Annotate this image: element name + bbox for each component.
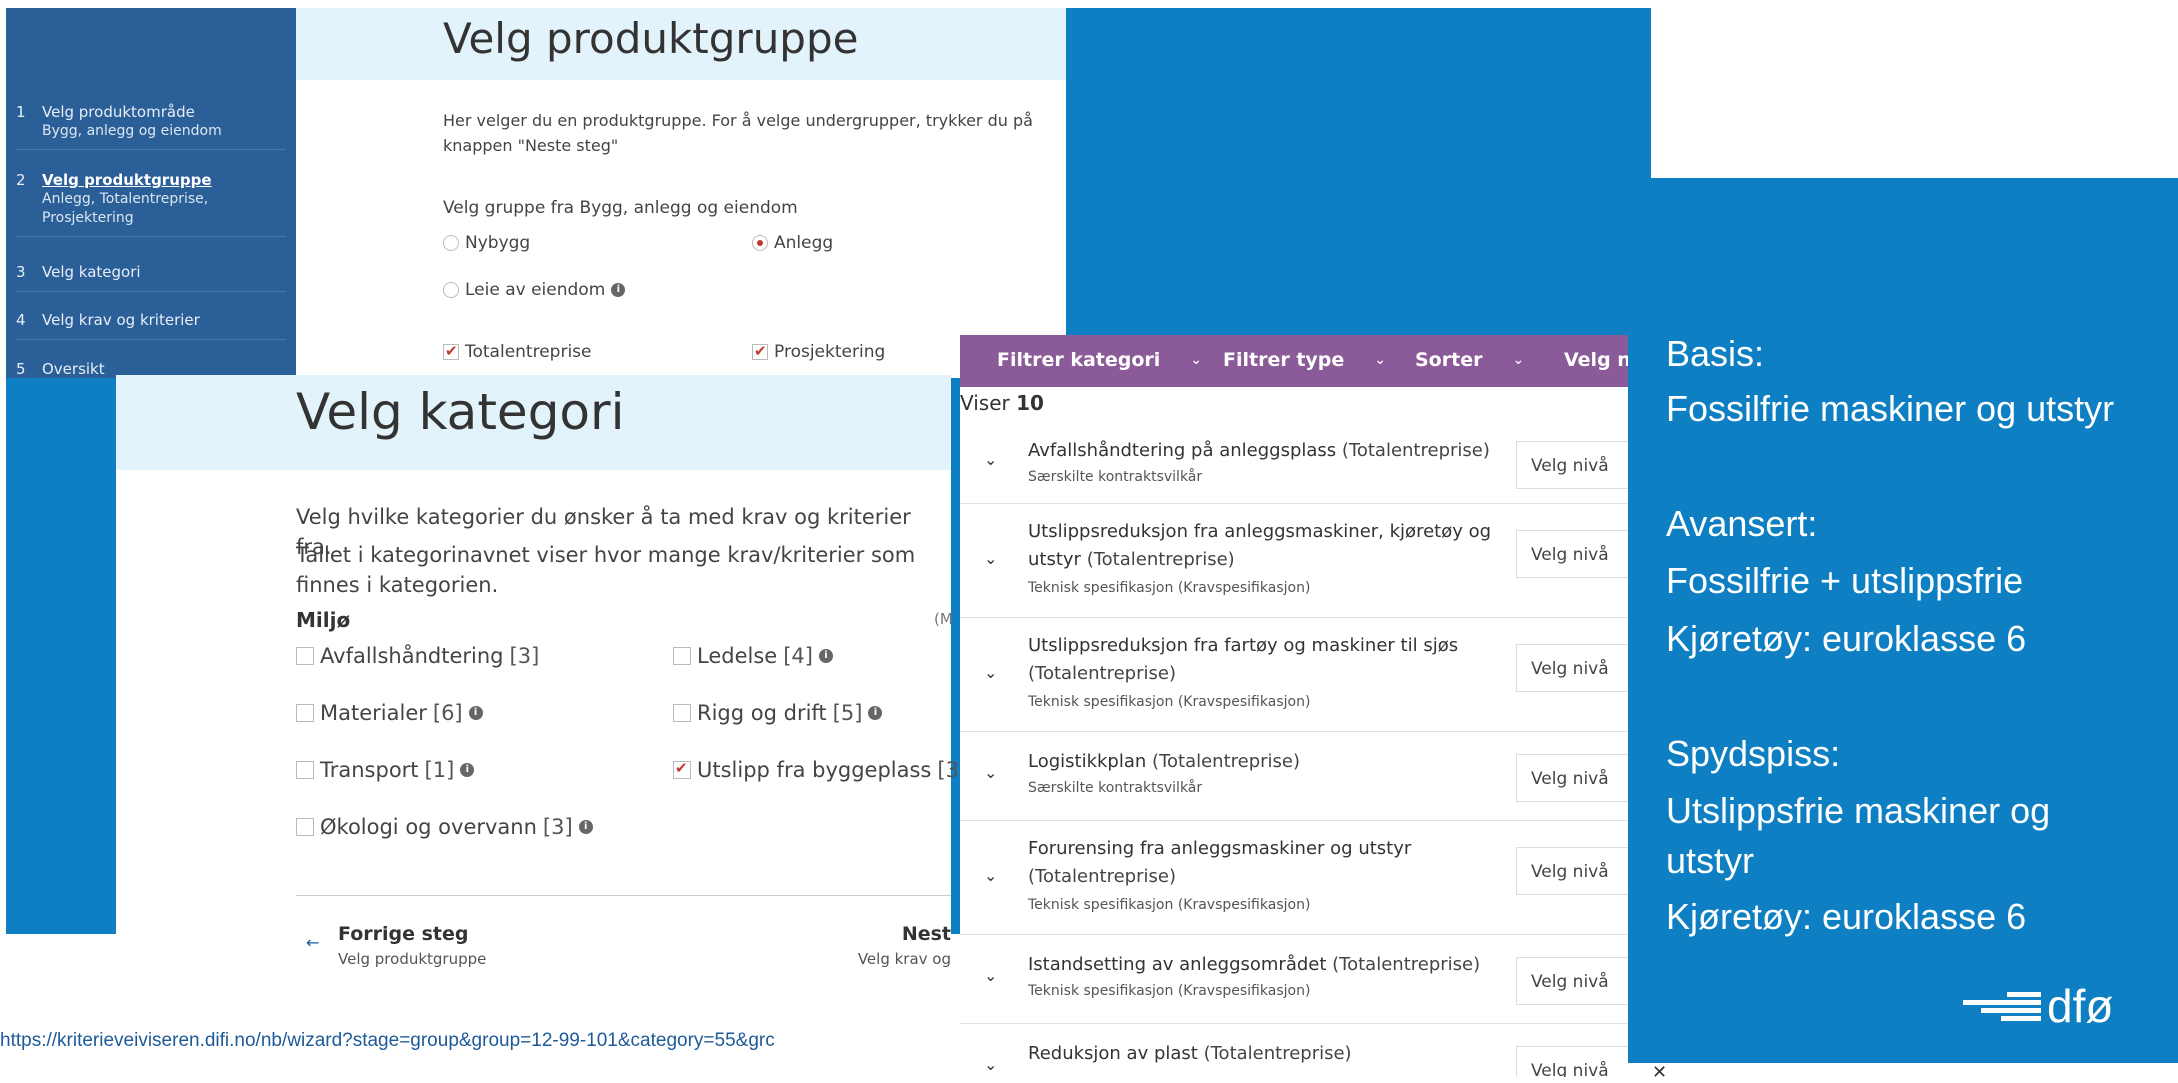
list-item[interactable]: ⌄ Istandsetting av anleggsområdet (Total…	[960, 934, 1632, 1024]
section-heading: Miljø	[296, 608, 351, 632]
address-url[interactable]: https://kriterieveiviseren.difi.no/nb/wi…	[0, 1030, 960, 1052]
chevron-down-icon[interactable]: ⌄	[984, 549, 997, 568]
avansert-text: Fossilfrie + utslippsfrie	[1666, 560, 2024, 601]
radio-control[interactable]	[443, 235, 459, 251]
checkbox-control[interactable]	[752, 342, 768, 360]
checkbox-control[interactable]	[296, 704, 314, 722]
list-item[interactable]: ⌄ Avfallshåndtering på anleggsplass (Tot…	[960, 420, 1632, 504]
chevron-down-icon: ⌄	[1190, 352, 1203, 368]
list-item[interactable]: ⌄ Utslippsreduksjon fra fartøy og maskin…	[960, 617, 1632, 732]
list-item[interactable]: ⌄ Reduksjon av plast (Totalentreprise) V…	[960, 1023, 1632, 1077]
basis-text: Fossilfrie maskiner og utstyr	[1666, 388, 2115, 429]
select-level-button[interactable]: Velg nivå	[1516, 754, 1632, 802]
info-icon[interactable]: i	[468, 706, 483, 720]
radio-control[interactable]	[443, 282, 459, 298]
select-level-button[interactable]: Velg nivå	[1516, 441, 1632, 489]
arrow-left-icon: ←	[306, 933, 320, 952]
checkbox-control[interactable]	[296, 761, 314, 779]
section-note: (M	[934, 610, 953, 628]
checkbox-control[interactable]	[443, 342, 459, 360]
logo-bars-icon	[1963, 986, 2041, 1026]
count-explanation: Tallet i kategorinavnet viser hvor mange…	[296, 543, 916, 597]
radio-control[interactable]	[752, 235, 768, 251]
info-icon[interactable]: i	[818, 649, 833, 663]
select-level-button[interactable]: Velg nivå	[1516, 957, 1632, 1005]
list-item[interactable]: ⌄ Logistikkplan (Totalentreprise) Særski…	[960, 731, 1632, 821]
dfo-logo: dfø	[1963, 983, 2113, 1029]
checkbox-totalentreprise[interactable]: Totalentreprise	[443, 342, 592, 362]
group-label: Velg gruppe fra Bygg, anlegg og eiendom	[443, 198, 798, 218]
select-level-button[interactable]: Velg nivå	[1516, 1046, 1632, 1077]
chevron-down-icon[interactable]: ⌄	[984, 663, 997, 682]
spydspiss-heading: Spydspiss:	[1666, 733, 1841, 774]
info-icon[interactable]: i	[578, 820, 593, 834]
result-count: Viser 10	[960, 391, 1044, 415]
close-icon[interactable]: ✕	[1652, 1062, 1667, 1083]
checkbox-control[interactable]	[296, 647, 314, 665]
select-level-button[interactable]: Velg nivå	[1516, 530, 1632, 578]
avansert-heading: Avansert:	[1666, 503, 1818, 544]
sidebar-step-5[interactable]: 5 Oversikt	[16, 360, 286, 378]
info-icon[interactable]: i	[868, 706, 883, 720]
category-okologi-og-overvann[interactable]: Økologi og overvann [3] i	[296, 815, 593, 839]
sort-dropdown[interactable]: Sorter ⌄	[1415, 349, 1524, 371]
product-group-wizard: 1 Velg produktområde Bygg, anlegg og eien…	[6, 8, 1066, 378]
info-icon[interactable]: i	[611, 283, 626, 297]
category-materialer[interactable]: Materialer [6] i	[296, 701, 483, 725]
sidebar-step-1[interactable]: 1 Velg produktområde Bygg, anlegg og eien…	[16, 103, 286, 150]
select-level-button[interactable]: Velg nivå	[1516, 847, 1632, 895]
filter-type-dropdown[interactable]: Filtrer type ⌄	[1223, 349, 1386, 371]
radio-leie[interactable]: Leie av eiendom i	[443, 280, 626, 300]
level-info-card: Basis: Fossilfrie maskiner og utstyr Ava…	[1628, 178, 2178, 1063]
checkbox-control[interactable]	[673, 759, 691, 779]
filter-bar: Filtrer kategori ⌄ Filtrer type ⌄ Sorter…	[960, 335, 1632, 387]
list-item[interactable]: ⌄ Utslippsreduksjon fra anleggsmaskiner,…	[960, 503, 1632, 618]
filter-category-dropdown[interactable]: Filtrer kategori ⌄	[997, 349, 1202, 371]
spydspiss-vehicle: Kjøretøy: euroklasse 6	[1666, 896, 2027, 937]
category-transport[interactable]: Transport [1] i	[296, 758, 475, 782]
criteria-list: Filtrer kategori ⌄ Filtrer type ⌄ Sorter…	[960, 335, 1632, 1077]
checkbox-control[interactable]	[673, 704, 691, 722]
checkbox-control[interactable]	[296, 818, 314, 836]
chevron-down-icon: ⌄	[1374, 352, 1387, 368]
category-ledelse[interactable]: Ledelse [4] i	[673, 644, 833, 668]
sidebar-step-2[interactable]: 2 Velg produktgruppe Anlegg, Totalentrepr…	[16, 171, 286, 237]
chevron-down-icon[interactable]: ⌄	[984, 450, 997, 469]
select-level-button[interactable]: Velg nivå	[1516, 644, 1632, 692]
page-title: Velg kategori	[296, 383, 625, 441]
radio-nybygg[interactable]: Nybygg	[443, 233, 530, 253]
sidebar-step-4[interactable]: 4 Velg krav og kriterier	[16, 311, 286, 340]
page-title: Velg produktgruppe	[443, 14, 859, 63]
checkbox-control[interactable]	[673, 647, 691, 665]
avansert-vehicle: Kjøretøy: euroklasse 6	[1666, 618, 2027, 659]
info-icon[interactable]: i	[460, 763, 475, 777]
divider	[296, 895, 951, 896]
category-rigg-og-drift[interactable]: Rigg og drift [5] i	[673, 701, 883, 725]
chevron-down-icon[interactable]: ⌄	[984, 1055, 997, 1074]
spydspiss-text: Utslippsfrie maskiner og	[1666, 790, 2051, 831]
wizard-sidebar: 1 Velg produktområde Bygg, anlegg og eien…	[6, 8, 296, 378]
chevron-down-icon[interactable]: ⌄	[984, 763, 997, 782]
level-dropdown[interactable]: Velg niv	[1564, 349, 1632, 371]
sidebar-step-3[interactable]: 3 Velg kategori	[16, 263, 286, 292]
checkbox-prosjektering[interactable]: Prosjektering	[752, 342, 885, 362]
spydspiss-text-cont: utstyr	[1666, 840, 1755, 881]
chevron-down-icon: ⌄	[1512, 352, 1525, 368]
list-item[interactable]: ⌄ Forurensing fra anleggsmaskiner og uts…	[960, 820, 1632, 935]
radio-anlegg[interactable]: Anlegg	[752, 233, 833, 253]
chevron-down-icon[interactable]: ⌄	[984, 866, 997, 885]
category-wizard: Velg kategori Velg hvilke kategorier du …	[116, 375, 959, 980]
chevron-down-icon[interactable]: ⌄	[984, 966, 997, 985]
intro-text: Her velger du en produktgruppe. For å ve…	[443, 111, 1033, 155]
category-utslipp-fra-byggeplass[interactable]: Utslipp fra byggeplass [3	[673, 758, 959, 782]
category-avfallshandtering[interactable]: Avfallshåndtering [3]	[296, 644, 539, 668]
basis-heading: Basis:	[1666, 333, 1765, 374]
